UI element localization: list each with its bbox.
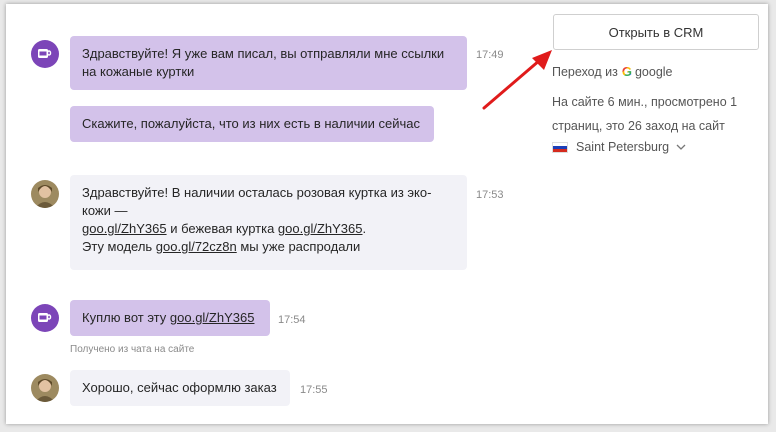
operator-avatar (31, 40, 59, 68)
referrer-label: Переход из (552, 65, 618, 79)
message-text-with-links: Эту модель goo.gl/72cz8n мы уже распрода… (82, 238, 455, 256)
city-label: Saint Petersburg (576, 140, 670, 154)
referrer-info: Переход из Ggoogle (552, 60, 673, 84)
operator-avatar (31, 304, 59, 332)
russia-flag-icon (552, 141, 568, 153)
message-text: Скажите, пожалуйста, что из них есть в н… (82, 116, 421, 131)
referrer-source: google (634, 65, 673, 79)
user-avatar (31, 374, 59, 402)
message-text: Хорошо, сейчас оформлю заказ (82, 380, 277, 395)
google-icon: G (621, 64, 632, 79)
user-avatar (31, 180, 59, 208)
message-text: и бежевая куртка (166, 221, 278, 236)
visit-stats-line: страниц, это 26 заход на сайт (552, 119, 725, 133)
user-photo (31, 180, 59, 208)
message-link[interactable]: goo.gl/ZhY365 (82, 221, 167, 236)
message-source-note: Получено из чата на сайте (70, 344, 195, 355)
message-text: Эту модель (82, 239, 156, 254)
message-time: 17:55 (300, 384, 328, 396)
chevron-down-icon (676, 144, 686, 150)
open-crm-button[interactable]: Открыть в CRM (553, 14, 759, 50)
message-link[interactable]: goo.gl/ZhY365 (278, 221, 363, 236)
message-bubble: Скажите, пожалуйста, что из них есть в н… (70, 106, 434, 142)
message-time: 17:54 (278, 314, 306, 326)
cup-icon (38, 313, 52, 322)
message-link[interactable]: goo.gl/72cz8n (156, 239, 237, 254)
visit-stats: На сайте 6 мин., просмотрено 1 страниц, … (552, 90, 737, 138)
message-time: 17:53 (476, 189, 504, 201)
message-text: мы уже распродали (236, 239, 361, 254)
annotation-arrow (482, 50, 552, 110)
message-bubble: Здравствуйте! В наличии осталась розовая… (70, 175, 467, 270)
message-bubble: Куплю вот эту goo.gl/ZhY365 (70, 300, 270, 336)
message-bubble: Хорошо, сейчас оформлю заказ (70, 370, 290, 406)
cup-icon (38, 49, 52, 58)
user-photo (31, 374, 59, 402)
message-text: Куплю вот эту (82, 310, 170, 325)
message-link[interactable]: goo.gl/ZhY365 (170, 310, 255, 325)
message-bubble: Здравствуйте! Я уже вам писал, вы отправ… (70, 36, 467, 90)
message-text: Здравствуйте! В наличии осталась розовая… (82, 185, 432, 200)
message-text: . (362, 221, 367, 236)
visit-stats-line: На сайте 6 мин., просмотрено 1 (552, 95, 738, 109)
chat-window: Здравствуйте! Я уже вам писал, вы отправ… (6, 4, 768, 424)
message-text-with-links: goo.gl/ZhY365 и бежевая куртка goo.gl/Zh… (82, 220, 455, 238)
location-selector[interactable]: Saint Petersburg (552, 140, 686, 154)
message-text: Здравствуйте! Я уже вам писал, вы отправ… (82, 46, 445, 61)
message-text: кожи — (82, 203, 128, 218)
message-text: на кожаные куртки (82, 64, 195, 79)
